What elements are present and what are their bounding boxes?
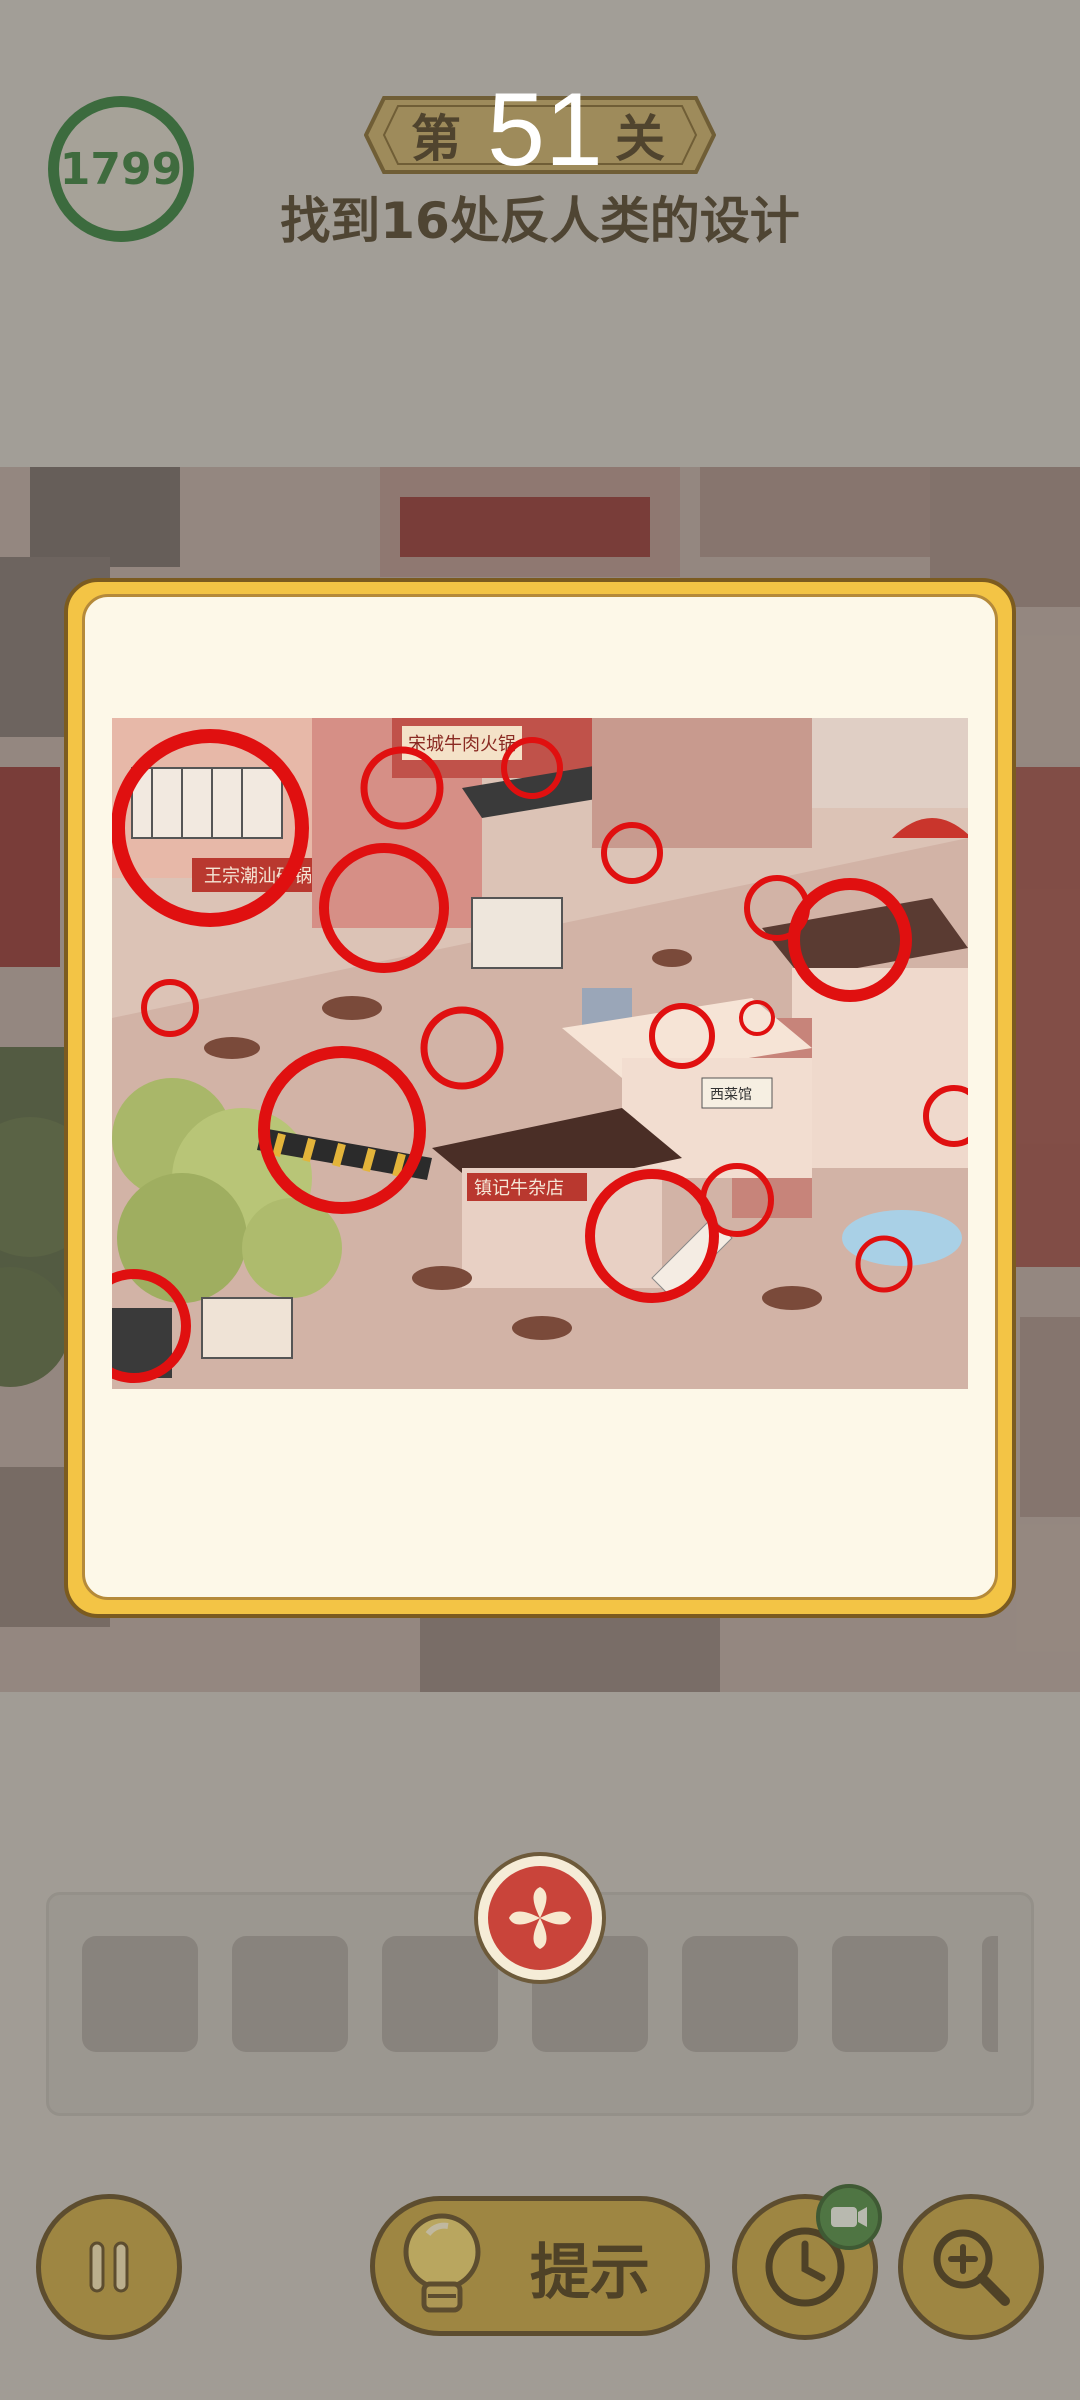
level-number: 51 [487,71,603,188]
sign-small: 西菜馆 [710,1087,752,1103]
close-button[interactable] [474,1852,606,1984]
scene-illustration: 王宗潮汕砂锅粥 宋城牛肉火锅 镇记牛杂店 西菜馆 [112,718,968,1389]
close-icon [509,1887,571,1949]
sign-hotpot: 宋城牛肉火锅 [408,734,516,755]
sign-teahouse: 镇记牛杂店 [474,1178,564,1199]
sign-casserole: 王宗潮汕砂锅粥 [204,866,330,887]
found-differences-scene: 王宗潮汕砂锅粥 宋城牛肉火锅 镇记牛杂店 西菜馆 [112,718,968,1389]
